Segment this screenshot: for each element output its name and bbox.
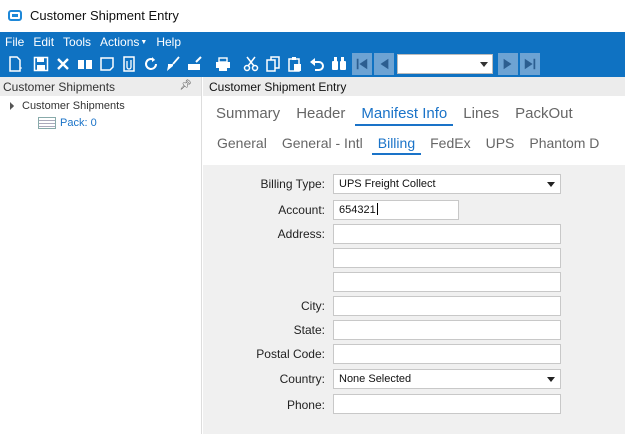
tree-node-label: Customer Shipments: [22, 100, 125, 112]
window-title: Customer Shipment Entry: [30, 7, 179, 23]
menu-actions-label: Actions: [100, 34, 140, 49]
billing-form: Billing Type: UPS Freight Collect Accoun…: [203, 165, 625, 434]
pin-icon[interactable]: 📌︎: [179, 80, 192, 91]
tab-phantom[interactable]: Phantom D: [529, 135, 599, 151]
menu-actions[interactable]: Actions▼: [100, 35, 147, 49]
country-select[interactable]: None Selected: [333, 369, 561, 389]
tab-fedex[interactable]: FedEx: [430, 135, 470, 151]
city-label: City:: [301, 299, 325, 313]
tree-node-pack-label: Pack: 0: [60, 117, 97, 129]
country-value: None Selected: [339, 373, 412, 385]
tree-node-pack[interactable]: Pack: 0: [38, 117, 97, 129]
account-label: Account:: [278, 203, 325, 217]
chevron-down-icon: [547, 377, 555, 382]
city-field[interactable]: [333, 296, 561, 316]
tree-panel-header: Customer Shipments 📌︎: [0, 77, 201, 96]
cut-icon[interactable]: [240, 53, 262, 75]
tab-header[interactable]: Header: [296, 105, 345, 122]
pack-document-icon: [38, 117, 56, 129]
menu-help[interactable]: Help: [156, 35, 181, 49]
tree-node-customer-shipments[interactable]: Customer Shipments: [6, 100, 125, 112]
billing-type-select[interactable]: UPS Freight Collect: [333, 174, 561, 194]
menu-tools[interactable]: Tools: [63, 35, 91, 49]
last-record-button[interactable]: [520, 53, 540, 75]
paste-icon[interactable]: [284, 53, 306, 75]
record-selector[interactable]: [397, 54, 493, 74]
tree-expand-icon[interactable]: [6, 102, 14, 110]
billing-type-label: Billing Type:: [260, 177, 325, 191]
text-cursor: [376, 203, 378, 215]
billing-type-value: UPS Freight Collect: [339, 178, 436, 190]
binoculars-search-icon[interactable]: [328, 53, 350, 75]
menu-edit[interactable]: Edit: [33, 35, 54, 49]
tab-manifest-info[interactable]: Manifest Info: [355, 105, 454, 126]
detail-panel-header: Customer Shipment Entry: [203, 77, 625, 96]
first-record-button[interactable]: [352, 53, 372, 75]
postal-code-label: Postal Code:: [256, 347, 325, 361]
state-field[interactable]: [333, 320, 561, 340]
tab-general[interactable]: General: [217, 135, 267, 151]
tree-panel: Customer Shipments 📌︎ Customer Shipments…: [0, 77, 202, 434]
refresh-icon[interactable]: [140, 53, 162, 75]
tab-ups[interactable]: UPS: [486, 135, 515, 151]
copy-icon[interactable]: [262, 53, 284, 75]
attachment-icon[interactable]: [118, 53, 140, 75]
delete-icon[interactable]: [52, 53, 74, 75]
state-label: State:: [293, 323, 325, 337]
edit-list-icon[interactable]: [184, 53, 206, 75]
detail-panel: Customer Shipment Entry Summary Header M…: [203, 77, 625, 434]
book-icon[interactable]: [74, 53, 96, 75]
toolbar: [0, 51, 625, 77]
postal-code-field[interactable]: [333, 344, 561, 364]
tab-general-intl[interactable]: General - Intl: [282, 135, 363, 151]
undo-icon[interactable]: [306, 53, 328, 75]
menu-file[interactable]: File: [5, 35, 24, 49]
print-icon[interactable]: [212, 53, 234, 75]
account-field[interactable]: 654321: [333, 200, 459, 220]
phone-field[interactable]: [333, 394, 561, 414]
phone-label: Phone:: [286, 398, 325, 412]
broom-clear-icon[interactable]: [162, 53, 184, 75]
address-label: Address:: [277, 227, 325, 241]
chevron-down-icon: [547, 182, 555, 187]
primary-tabs: Summary Header Manifest Info Lines PackO…: [216, 105, 589, 126]
chevron-down-icon: [480, 62, 488, 67]
address-line3-field[interactable]: [333, 272, 561, 292]
account-value: 654321: [339, 204, 376, 216]
save-icon[interactable]: [30, 53, 52, 75]
tree-panel-title: Customer Shipments: [3, 79, 116, 94]
note-icon[interactable]: [96, 53, 118, 75]
tab-summary[interactable]: Summary: [216, 105, 280, 122]
tab-packout[interactable]: PackOut: [515, 105, 573, 122]
new-document-icon[interactable]: [0, 53, 30, 75]
detail-panel-title: Customer Shipment Entry: [209, 79, 347, 94]
address-line2-field[interactable]: [333, 248, 561, 268]
tab-lines[interactable]: Lines: [463, 105, 499, 122]
menu-bar: File Edit Tools Actions▼ Help: [0, 32, 625, 51]
window-titlebar: Customer Shipment Entry: [0, 0, 625, 30]
tab-billing[interactable]: Billing: [371, 135, 422, 155]
next-record-button[interactable]: [498, 53, 518, 75]
app-icon: [8, 9, 22, 21]
secondary-tabs: General General - Intl Billing FedEx UPS…: [217, 135, 614, 155]
previous-record-button[interactable]: [374, 53, 394, 75]
country-label: Country:: [279, 372, 325, 386]
dropdown-arrow-icon: ▼: [140, 38, 148, 46]
address-line1-field[interactable]: [333, 224, 561, 244]
